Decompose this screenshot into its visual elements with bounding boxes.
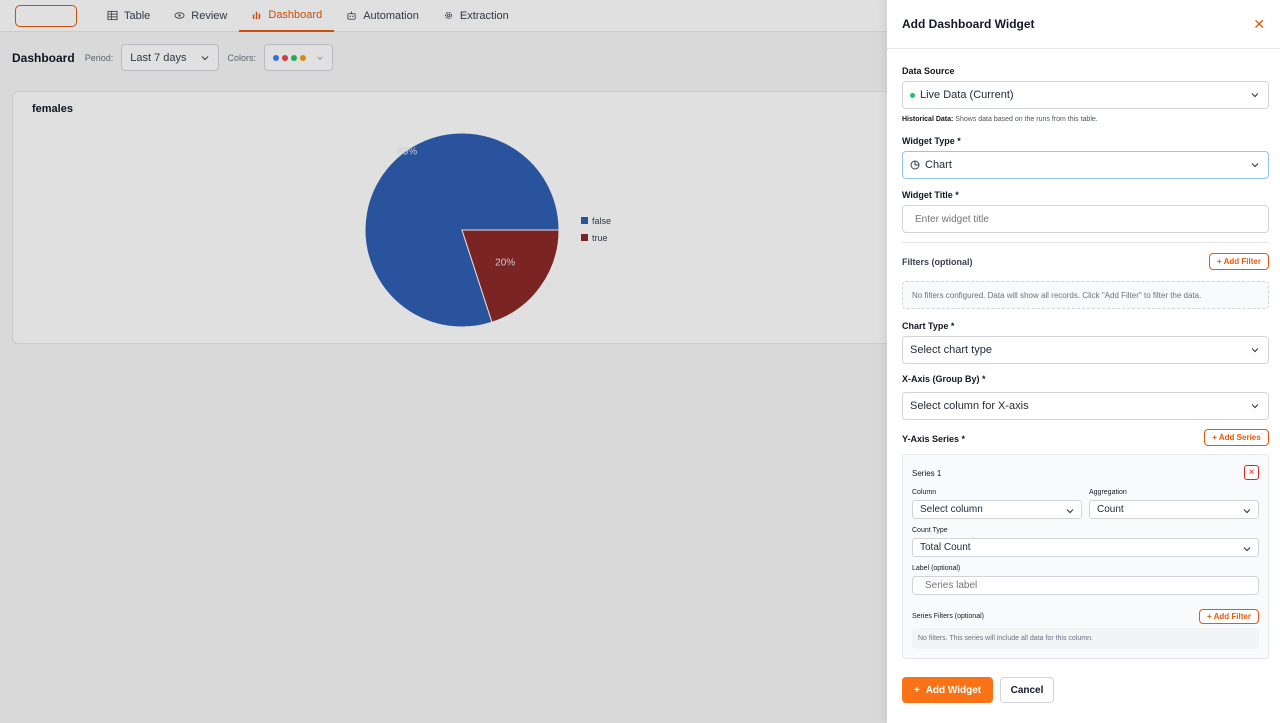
column-select[interactable]: Select column (912, 500, 1082, 519)
hint-bold: Historical Data: (902, 116, 954, 123)
widget-title-input[interactable] (903, 206, 1268, 232)
series-label-field[interactable] (912, 576, 1259, 595)
chevron-down-icon (1243, 547, 1251, 552)
section-divider (902, 242, 1269, 243)
aggregation-select[interactable]: Count (1089, 500, 1259, 519)
chevron-down-icon (1251, 93, 1259, 98)
column-label: Column (912, 489, 937, 496)
hint-text: Shows data based on the runs from this t… (953, 116, 1098, 123)
column-value: Select column (920, 504, 983, 515)
close-icon[interactable]: ✕ (1253, 16, 1265, 33)
chevron-down-icon (1066, 509, 1074, 514)
remove-series-button[interactable]: × (1244, 465, 1259, 480)
add-series-button[interactable]: + Add Series (1204, 429, 1269, 446)
count-type-value: Total Count (920, 542, 971, 553)
widget-type-select[interactable]: Chart (902, 151, 1269, 179)
series-filters-empty: No filters. This series will include all… (912, 628, 1259, 649)
count-type-label: Count Type (912, 527, 948, 534)
widget-type-value: Chart (925, 159, 952, 171)
series-name: Series 1 (912, 469, 942, 478)
aggregation-label: Aggregation (1089, 489, 1127, 496)
panel-header: Add Dashboard Widget ✕ (887, 0, 1280, 49)
data-source-value: Live Data (Current) (920, 89, 1014, 101)
widget-title-field[interactable] (902, 205, 1269, 233)
pie-chart-icon (910, 160, 920, 170)
plus-icon: + (913, 684, 920, 696)
x-axis-value: Select column for X-axis (910, 400, 1029, 412)
chevron-down-icon (1251, 404, 1259, 409)
series-label-input[interactable] (913, 577, 1258, 594)
panel-title: Add Dashboard Widget (902, 17, 1035, 31)
add-widget-label: Add Widget (925, 684, 982, 696)
live-status-dot (910, 92, 915, 98)
chevron-down-icon (1251, 348, 1259, 353)
chevron-down-icon (1243, 509, 1251, 514)
widget-title-label: Widget Title * (902, 190, 959, 200)
chart-type-label: Chart Type * (902, 321, 955, 331)
filters-label: Filters (optional) (902, 257, 973, 267)
add-widget-button[interactable]: + Add Widget (902, 677, 993, 703)
y-axis-label: Y-Axis Series * (902, 434, 966, 444)
series-filters-label: Series Filters (optional) (912, 613, 984, 620)
close-icon: × (1248, 467, 1255, 478)
add-filter-button[interactable]: + Add Filter (1209, 253, 1269, 270)
widget-type-label: Widget Type * (902, 136, 961, 146)
add-widget-panel: Add Dashboard Widget ✕ Data Source Live … (887, 0, 1280, 723)
chevron-down-icon (1251, 163, 1259, 168)
series-add-filter-button[interactable]: + Add Filter (1199, 609, 1259, 624)
series-card: Series 1 × Column Select column Aggregat… (902, 454, 1269, 659)
chart-type-value: Select chart type (910, 344, 992, 356)
modal-backdrop[interactable] (0, 0, 887, 723)
data-source-select[interactable]: Live Data (Current) (902, 81, 1269, 109)
count-type-select[interactable]: Total Count (912, 538, 1259, 557)
x-axis-select[interactable]: Select column for X-axis (902, 392, 1269, 420)
chart-type-select[interactable]: Select chart type (902, 336, 1269, 364)
cancel-button[interactable]: Cancel (1000, 677, 1054, 703)
filters-empty-state: No filters configured. Data will show al… (902, 281, 1269, 309)
x-axis-label: X-Axis (Group By) * (902, 374, 986, 384)
data-source-label: Data Source (902, 66, 955, 76)
aggregation-value: Count (1097, 504, 1124, 515)
series-label-label: Label (optional) (912, 565, 961, 572)
data-source-hint: Historical Data: Shows data based on the… (902, 116, 1098, 123)
